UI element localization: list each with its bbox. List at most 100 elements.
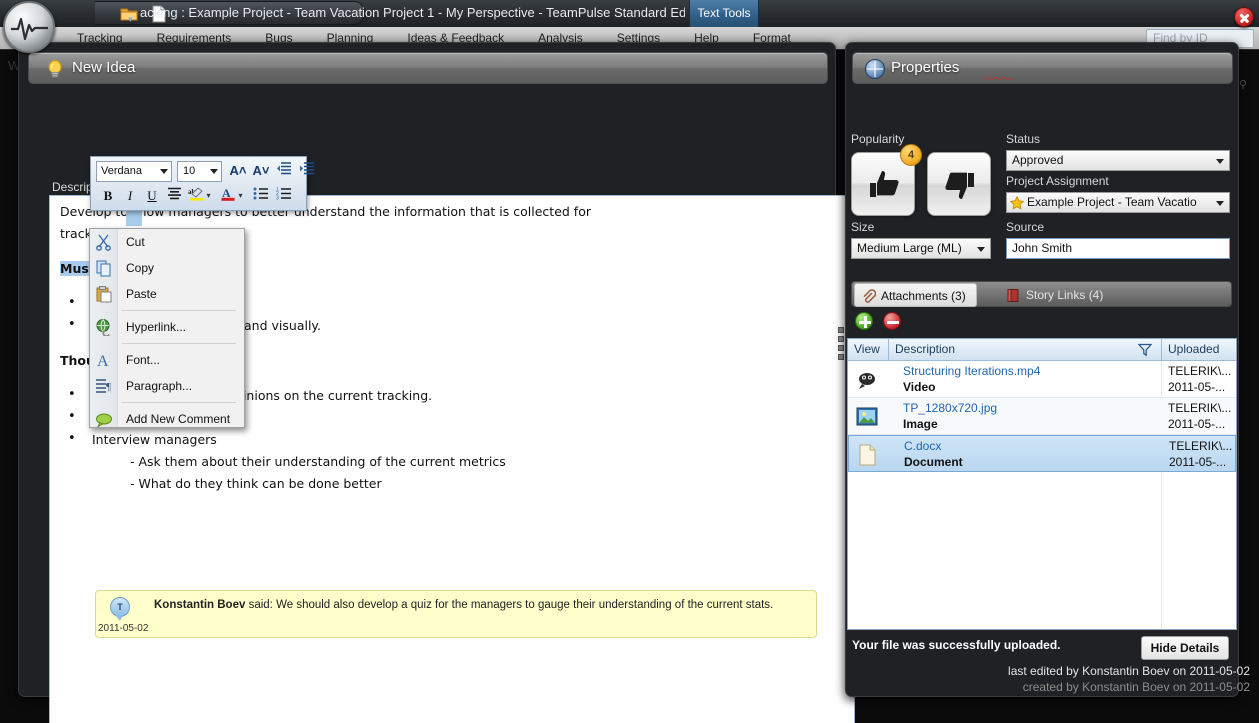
font-color-dropdown[interactable]: ▾ xyxy=(235,186,246,207)
context-menu-item-label: Cut xyxy=(126,235,145,249)
hide-details-button[interactable]: Hide Details xyxy=(1141,636,1229,660)
italic-button[interactable]: I xyxy=(119,186,141,207)
font-a-icon: A xyxy=(95,351,113,370)
application-window: ▾ acking : Example Project - Team Vacati… xyxy=(0,0,1259,723)
attachment-link[interactable]: TP_1280x720.jpg xyxy=(903,401,997,415)
context-menu-item-paste[interactable]: Paste xyxy=(90,281,244,307)
attachment-type: Document xyxy=(904,455,963,469)
context-menu-item-label: Paragraph... xyxy=(126,379,193,393)
text-selection-highlight xyxy=(126,211,142,226)
table-row[interactable]: C.docx Document TELERIK\... 2011-05-... xyxy=(848,435,1236,472)
svg-text:¶: ¶ xyxy=(106,381,111,393)
remove-attachment-button[interactable] xyxy=(883,312,901,330)
context-menu-item-font[interactable]: A Font... xyxy=(90,347,244,373)
comment-text: We should also develop a quiz for the ma… xyxy=(276,599,774,611)
numbered-list-button[interactable]: 123 xyxy=(272,186,294,207)
properties-title: Properties xyxy=(891,59,960,76)
context-menu-item-label: Copy xyxy=(126,261,155,275)
close-icon[interactable] xyxy=(1234,7,1254,27)
vote-up-button[interactable]: 4 xyxy=(851,144,922,216)
title-bar: ▾ acking : Example Project - Team Vacati… xyxy=(0,0,1259,27)
shrink-font-icon[interactable]: A˅ xyxy=(250,161,272,182)
size-label: Size xyxy=(851,220,875,234)
attachment-date: 2011-05-... xyxy=(1168,380,1226,394)
format-toolbar-row-1: Verdana 10 A˄ A˅ xyxy=(91,159,314,185)
column-header-description[interactable]: Description xyxy=(889,339,1161,360)
app-logo-icon[interactable] xyxy=(3,1,55,53)
context-menu-item-hyperlink[interactable]: Hyperlink... xyxy=(90,314,244,340)
context-menu-item-label: Paste xyxy=(126,287,157,301)
table-row[interactable]: TP_1280x720.jpg Image TELERIK\... 2011-0… xyxy=(848,398,1236,435)
align-button[interactable] xyxy=(163,186,185,207)
bold-button[interactable]: B xyxy=(97,186,119,207)
quick-access-chevron-icon[interactable]: ▾ xyxy=(128,14,133,25)
properties-tabstrip: Attachments (3) Story Links (4) xyxy=(851,281,1232,307)
spellcheck-squiggle-icon xyxy=(984,77,1013,80)
copy-icon xyxy=(95,259,113,277)
chevron-down-icon xyxy=(210,169,218,174)
tab-attachments[interactable]: Attachments (3) xyxy=(854,283,977,307)
font-name-combo[interactable]: Verdana xyxy=(96,161,172,182)
column-header-uploaded[interactable]: Uploaded xyxy=(1162,339,1237,360)
description-sub-bullet: - What do they think can be done better xyxy=(130,476,382,491)
status-label: Status xyxy=(1006,132,1041,146)
context-menu-item-label: Add New Comment xyxy=(126,412,231,426)
avatar: T xyxy=(110,597,130,621)
context-menu-item-cut[interactable]: Cut xyxy=(90,229,244,255)
tab-story-links[interactable]: Story Links (4) xyxy=(1000,283,1113,307)
attachment-type: Video xyxy=(903,380,936,394)
new-idea-card-header: New Idea xyxy=(28,52,828,84)
context-menu-item-copy[interactable]: Copy xyxy=(90,255,244,281)
comment-verb: said: xyxy=(248,599,273,611)
comment-bubble-icon xyxy=(95,410,113,428)
properties-globe-icon xyxy=(865,59,885,79)
size-combo[interactable]: Medium Large (ML) xyxy=(851,238,991,259)
context-menu-separator xyxy=(122,402,236,403)
attachment-link[interactable]: Structuring Iterations.mp4 xyxy=(903,364,1040,378)
last-edited-meta: last edited by Konstantin Boev on 2011-0… xyxy=(1008,664,1250,678)
increase-indent-icon[interactable] xyxy=(296,161,318,182)
column-header-view[interactable]: View xyxy=(848,339,888,360)
attachments-grid-header: View Description Uploaded xyxy=(848,339,1236,361)
grow-font-icon[interactable]: A˄ xyxy=(227,161,249,182)
attachment-type: Image xyxy=(903,417,938,431)
table-row[interactable]: Structuring Iterations.mp4 Video TELERIK… xyxy=(848,361,1236,398)
vote-down-button[interactable] xyxy=(927,152,991,216)
context-tab-text-tools[interactable]: Text Tools xyxy=(689,0,759,27)
panel-splitter[interactable] xyxy=(837,42,845,697)
font-size-value: 10 xyxy=(183,165,196,177)
page-title: New Idea xyxy=(72,59,136,76)
underline-button[interactable]: U xyxy=(141,186,163,207)
tab-story-links-label: Story Links (4) xyxy=(1026,288,1104,302)
decrease-indent-icon[interactable] xyxy=(273,161,295,182)
attachment-date: 2011-05-... xyxy=(1168,417,1226,431)
properties-panel-header: Properties xyxy=(852,52,1233,84)
created-meta: created by Konstantin Boev on 2011-05-02 xyxy=(1022,680,1250,694)
attachment-uploader: TELERIK\... xyxy=(1168,364,1232,378)
font-size-combo[interactable]: 10 xyxy=(177,161,222,182)
context-menu-item-label: Hyperlink... xyxy=(126,320,187,334)
context-menu-item-add-new-comment[interactable]: Add New Comment xyxy=(90,406,244,432)
context-menu-item-paragraph[interactable]: ¶ Paragraph... xyxy=(90,373,244,399)
book-icon xyxy=(1006,287,1021,311)
comment-date: 2011-05-02 xyxy=(98,623,149,634)
chevron-down-icon xyxy=(1216,159,1224,164)
bullet-list-button[interactable] xyxy=(249,186,271,207)
size-value: Medium Large (ML) xyxy=(857,241,962,255)
format-toolbar-row-2: B I U ab ▾ A ▾ 123 xyxy=(91,185,306,211)
project-assignment-combo[interactable]: Example Project - Team Vacatio xyxy=(1006,192,1230,213)
lightbulb-icon xyxy=(45,59,65,79)
highlight-dropdown[interactable]: ▾ xyxy=(203,186,214,207)
svg-text:3: 3 xyxy=(276,196,279,201)
attachment-link[interactable]: C.docx xyxy=(904,439,941,453)
project-assignment-label: Project Assignment xyxy=(1006,174,1109,188)
splitter-grip-icon xyxy=(838,327,844,363)
document-icon xyxy=(857,444,879,466)
star-icon xyxy=(1009,195,1025,212)
attachment-date: 2011-05-... xyxy=(1169,455,1227,469)
source-input[interactable]: John Smith xyxy=(1006,238,1230,259)
filter-funnel-icon[interactable] xyxy=(1137,343,1153,360)
status-combo[interactable]: Approved xyxy=(1006,150,1230,171)
comment-block[interactable]: T 2011-05-02 Konstantin Boev said: We sh… xyxy=(95,590,817,638)
add-attachment-button[interactable] xyxy=(855,312,873,330)
